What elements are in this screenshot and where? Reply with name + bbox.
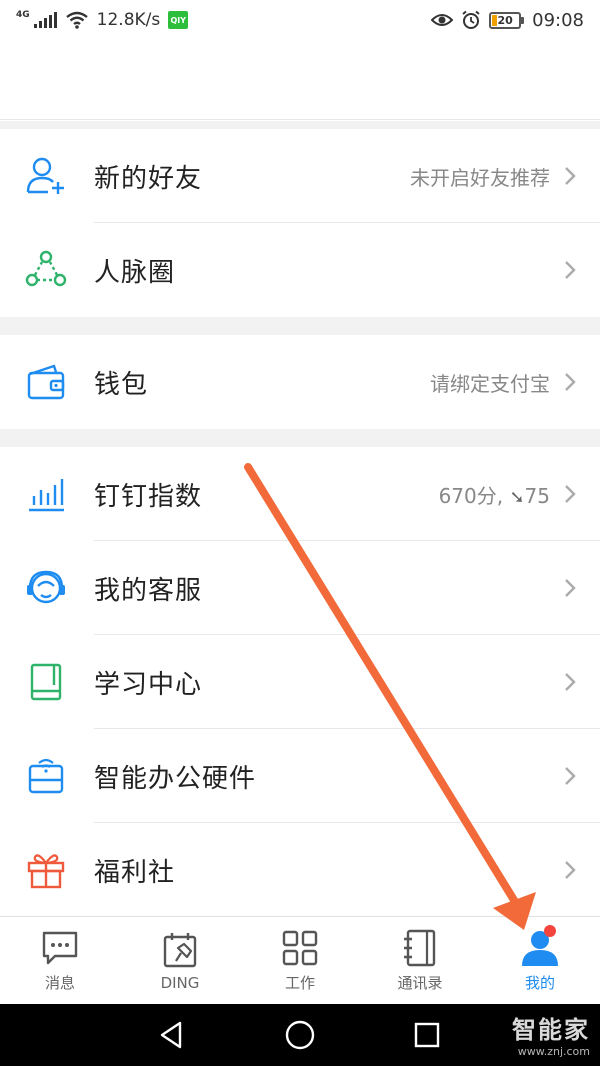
tab-contacts[interactable]: 通讯录: [360, 917, 480, 1004]
chevron-right-icon: [565, 261, 576, 279]
tab-label: DING: [160, 973, 200, 992]
menu-item-customer-service[interactable]: 我的客服: [0, 541, 600, 635]
signal-icon: [33, 12, 57, 28]
chevron-right-icon: [565, 579, 576, 597]
tab-work[interactable]: 工作: [240, 917, 360, 1004]
clock: 09:08: [532, 9, 584, 31]
contacts-icon: [400, 928, 440, 968]
network-speed: 12.8K/s: [96, 10, 161, 30]
notification-dot: [544, 925, 556, 937]
back-icon[interactable]: [154, 1018, 188, 1052]
message-icon: [40, 928, 80, 968]
watermark-main: 智能家: [512, 1016, 590, 1044]
menu-item-value: 670分, ➘75: [439, 480, 550, 509]
recent-apps-icon[interactable]: [410, 1018, 444, 1052]
chevron-right-icon: [565, 373, 576, 391]
arrow-down-icon: ➘: [509, 486, 525, 508]
menu-item-network-circle[interactable]: 人脉圈: [0, 223, 600, 317]
tab-label: 工作: [284, 974, 315, 992]
menu-item-smart-hardware[interactable]: 智能办公硬件: [0, 729, 600, 823]
menu-item-label: 学习中心: [94, 669, 203, 700]
alarm-icon: [462, 10, 480, 29]
index-change: 75: [524, 483, 550, 508]
tab-me[interactable]: 我的: [480, 917, 600, 1004]
menu-item-value: 未开启好友推荐: [410, 165, 550, 190]
iqiyi-app-icon: QIY: [168, 11, 189, 29]
profile-menu: 新的好友 未开启好友推荐 人脉圈 钱包 请绑定支付宝 钉钉指数 670分, ➘7…: [0, 121, 600, 916]
chevron-right-icon: [565, 167, 576, 185]
menu-item-value: 请绑定支付宝: [430, 371, 550, 396]
chevron-right-icon: [565, 767, 576, 785]
menu-item-label: 智能办公硬件: [94, 763, 257, 794]
menu-item-learning-center[interactable]: 学习中心: [0, 635, 600, 729]
battery-icon: 20: [489, 11, 525, 29]
tab-ding[interactable]: DING: [120, 917, 240, 1004]
menu-item-welfare[interactable]: 福利社: [0, 823, 600, 916]
add-friend-icon: [24, 154, 68, 198]
customer-service-icon: [24, 566, 68, 610]
tab-messages[interactable]: 消息: [0, 917, 120, 1004]
status-right: 20 09:08: [431, 10, 584, 31]
home-icon[interactable]: [283, 1018, 317, 1052]
watermark: 智能家 www.znj.com: [512, 1010, 590, 1058]
status-left: 4G 12.8K/s QIY: [16, 10, 189, 30]
bottom-tab-bar: 消息 DING 工作 通讯录 我的: [0, 916, 600, 1004]
watermark-sub: www.znj.com: [517, 1045, 590, 1058]
tab-label: 消息: [44, 974, 75, 992]
menu-item-label: 福利社: [94, 857, 176, 888]
menu-group-wallet: 钱包 请绑定支付宝: [0, 335, 600, 429]
menu-item-label: 人脉圈: [94, 257, 176, 288]
menu-item-wallet[interactable]: 钱包 请绑定支付宝: [0, 335, 600, 429]
page-header: [0, 40, 600, 120]
book-icon: [24, 660, 68, 704]
menu-group-services: 钉钉指数 670分, ➘75 我的客服 学习中心 智能办公硬件 福利社: [0, 447, 600, 916]
system-nav-bar: 智能家 www.znj.com: [0, 1004, 600, 1066]
status-bar: 4G 12.8K/s QIY 20 09:08: [0, 0, 600, 40]
ding-icon: [160, 930, 200, 970]
battery-level: 20: [497, 13, 513, 27]
menu-item-new-friends[interactable]: 新的好友 未开启好友推荐: [0, 129, 600, 223]
smart-hardware-icon: [24, 754, 68, 798]
menu-group-social: 新的好友 未开启好友推荐 人脉圈: [0, 129, 600, 317]
index-score: 670分,: [438, 483, 510, 508]
menu-item-label: 钱包: [94, 369, 149, 400]
menu-item-label: 新的好友: [94, 163, 203, 194]
tab-label: 我的: [524, 974, 555, 992]
eye-icon: [431, 14, 454, 26]
network-circle-icon: [24, 248, 68, 292]
tab-label: 通讯录: [397, 974, 443, 992]
chevron-right-icon: [565, 485, 576, 503]
work-grid-icon: [280, 928, 320, 968]
bar-chart-icon: [24, 472, 68, 516]
wallet-icon: [24, 360, 68, 404]
chevron-right-icon: [565, 673, 576, 691]
wifi-icon: [65, 11, 88, 29]
chevron-right-icon: [565, 861, 576, 879]
menu-item-label: 钉钉指数: [94, 481, 203, 512]
network-type: 4G: [16, 10, 30, 20]
menu-item-dingtalk-index[interactable]: 钉钉指数 670分, ➘75: [0, 447, 600, 541]
menu-item-label: 我的客服: [94, 575, 203, 606]
gift-icon: [24, 848, 68, 892]
